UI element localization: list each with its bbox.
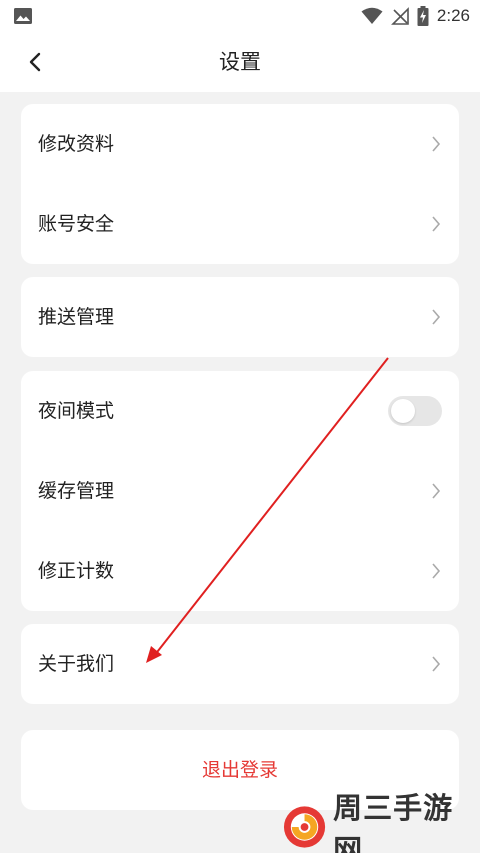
watermark-text: 周三手游网: [333, 791, 454, 853]
settings-item-edit-profile[interactable]: 修改资料: [21, 104, 459, 184]
settings-group-general: 夜间模式 缓存管理 修正计数: [21, 371, 459, 611]
settings-item-about-us[interactable]: 关于我们: [21, 624, 459, 704]
toggle-knob: [391, 399, 415, 423]
app-bar: 设置: [0, 32, 480, 92]
settings-item-account-security[interactable]: 账号安全: [21, 184, 459, 264]
settings-group-account: 修改资料 账号安全: [21, 104, 459, 264]
settings-item-label: 缓存管理: [38, 480, 115, 502]
watermark-logo-icon: [283, 806, 326, 848]
chevron-right-icon: [432, 483, 441, 499]
chevron-right-icon: [432, 656, 441, 672]
chevron-right-icon: [432, 136, 441, 152]
chevron-right-icon: [432, 309, 441, 325]
status-time: 2:26: [436, 6, 470, 25]
settings-item-cache-management[interactable]: 缓存管理: [21, 451, 459, 531]
image-icon: [14, 8, 32, 24]
battery-charging-icon: [417, 6, 429, 26]
settings-item-fix-count[interactable]: 修正计数: [21, 531, 459, 611]
settings-item-label: 关于我们: [38, 653, 115, 675]
no-sim-icon: [390, 7, 409, 25]
chevron-right-icon: [432, 563, 441, 579]
settings-item-label: 夜间模式: [38, 400, 115, 422]
settings-item-label: 推送管理: [38, 306, 115, 328]
page-title: 设置: [219, 50, 261, 74]
status-bar: 2:26: [0, 0, 480, 32]
settings-group-about: 关于我们: [21, 624, 459, 704]
settings-item-label: 账号安全: [38, 213, 115, 235]
settings-item-push-management[interactable]: 推送管理: [21, 277, 459, 357]
night-mode-toggle[interactable]: [388, 396, 442, 426]
wifi-icon: [361, 7, 383, 24]
settings-item-label: 修改资料: [38, 133, 115, 155]
settings-group-push: 推送管理: [21, 277, 459, 357]
settings-item-label: 修正计数: [38, 560, 115, 582]
watermark: 周三手游网: [282, 791, 480, 853]
settings-item-night-mode: 夜间模式: [21, 371, 459, 451]
chevron-right-icon: [432, 216, 441, 232]
